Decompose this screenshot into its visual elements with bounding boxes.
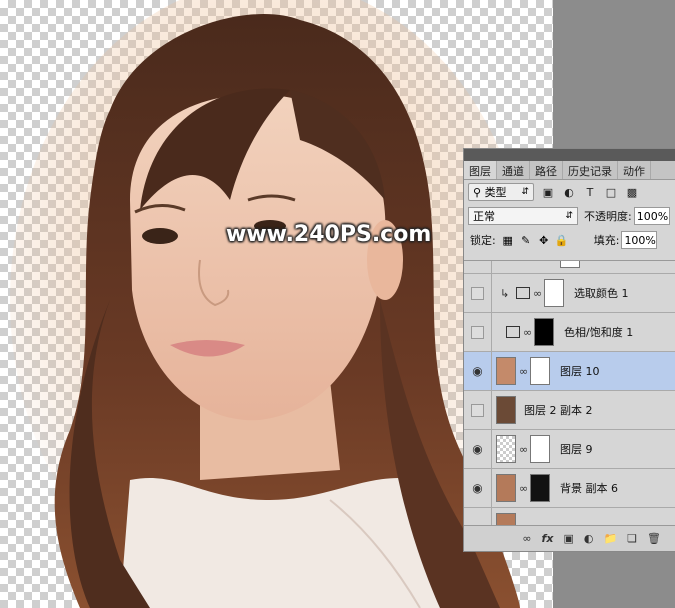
selective-color-icon (516, 287, 530, 299)
chain-link-icon[interactable]: ∞ (519, 443, 528, 456)
layer-row[interactable]: ◉ ∞ 图层 9 (464, 430, 675, 469)
filter-row: ⚲ 类型 ⇵ ▣ ◐ T □ ▩ (464, 180, 675, 204)
layer-name[interactable]: 图层 2 副本 2 (524, 402, 593, 418)
eye-icon: ◉ (472, 364, 483, 378)
smart-object-filter-icon[interactable]: ▩ (625, 185, 639, 199)
layer-mask-thumb (544, 279, 564, 307)
layer-name[interactable]: 色相/饱和度 1 (564, 324, 633, 340)
opacity-label: 不透明度: (584, 210, 632, 223)
fill-field[interactable]: 100% (621, 231, 658, 249)
layers-panel[interactable]: 图层 通道 路径 历史记录 动作 ⚲ 类型 ⇵ ▣ ◐ T □ ▩ 正常 ⇵ 不… (463, 148, 675, 552)
visibility-toggle[interactable]: ◉ (464, 430, 492, 468)
visibility-box (471, 286, 484, 300)
opacity-field[interactable]: 100% (633, 207, 670, 225)
adjustment-icon[interactable]: ◐ (584, 532, 594, 545)
watermark-text: www.240PS.com (226, 222, 432, 247)
lock-label: 锁定: (470, 234, 496, 247)
new-layer-icon[interactable]: ❏ (627, 532, 637, 545)
layer-thumb (496, 357, 516, 385)
layer-row-selected[interactable]: ◉ ∞ 图层 10 (464, 352, 675, 391)
panel-bottom-bar: ∞ fx ▣ ◐ 📁 ❏ 🗑 (464, 525, 675, 551)
layer-mask-thumb (534, 318, 554, 346)
adjustment-filter-icon[interactable]: ◐ (562, 185, 576, 199)
layers-list[interactable]: ↳ ∞ 选取颜色 1 ∞ 色相/饱和度 1 ◉ ∞ 图层 10 图层 2 副本 … (464, 260, 675, 526)
tab-channels[interactable]: 通道 (497, 161, 530, 179)
fill-label: 填充: (593, 234, 620, 247)
visibility-toggle[interactable] (464, 391, 492, 429)
layer-name[interactable]: 背景 副本 6 (560, 480, 618, 496)
blend-mode-select[interactable]: 正常 ⇵ (468, 207, 578, 225)
lock-row: 锁定: ▦ ✎ ✥ 🔒 填充: 100% (464, 228, 675, 252)
eye-icon: ◉ (472, 481, 483, 495)
layer-row-partial[interactable] (464, 508, 675, 526)
layer-row[interactable]: ↳ ∞ 选取颜色 1 (464, 274, 675, 313)
layer-thumb (496, 396, 516, 424)
blend-mode-label: 正常 (473, 210, 495, 223)
layer-mask-thumb (560, 261, 580, 268)
search-icon: ⚲ (473, 185, 485, 199)
panel-tabs: 图层 通道 路径 历史记录 动作 (464, 161, 675, 180)
visibility-toggle[interactable] (464, 508, 492, 526)
visibility-box (471, 403, 484, 417)
lock-transparent-icon[interactable]: ▦ (502, 234, 514, 247)
filter-kind-label: 类型 (484, 186, 507, 199)
type-filter-icon[interactable]: T (583, 185, 597, 199)
lock-all-icon[interactable]: 🔒 (555, 234, 569, 247)
visibility-toggle[interactable] (464, 261, 492, 273)
layer-name[interactable]: 图层 9 (560, 441, 593, 457)
layer-row[interactable]: ◉ ∞ 背景 副本 6 (464, 469, 675, 508)
pixel-filter-icon[interactable]: ▣ (541, 185, 555, 199)
filter-kind-select[interactable]: ⚲ 类型 ⇵ (468, 183, 534, 201)
layer-thumb (496, 435, 516, 463)
trash-icon[interactable]: 🗑 (647, 532, 661, 545)
lock-move-icon[interactable]: ✥ (538, 234, 550, 247)
visibility-toggle[interactable] (464, 274, 492, 312)
layer-thumb (496, 474, 516, 502)
visibility-box (471, 325, 484, 339)
lock-brush-icon[interactable]: ✎ (520, 234, 532, 247)
panel-title-bar[interactable] (464, 149, 675, 161)
visibility-toggle[interactable]: ◉ (464, 469, 492, 507)
eye-icon: ◉ (472, 442, 483, 456)
tab-history[interactable]: 历史记录 (563, 161, 618, 179)
layer-mask-thumb (530, 435, 550, 463)
chain-link-icon[interactable]: ∞ (523, 326, 532, 339)
visibility-toggle[interactable]: ◉ (464, 352, 492, 390)
chain-link-icon[interactable]: ∞ (533, 287, 542, 300)
blend-row: 正常 ⇵ 不透明度: 100% (464, 204, 675, 228)
layer-mask-thumb (530, 474, 550, 502)
link-icon[interactable]: ∞ (522, 532, 531, 545)
visibility-toggle[interactable] (464, 313, 492, 351)
spinner-icon: ⇵ (521, 187, 529, 197)
shape-filter-icon[interactable]: □ (604, 185, 618, 199)
layer-name[interactable]: 选取颜色 1 (574, 285, 629, 301)
chain-link-icon[interactable]: ∞ (519, 482, 528, 495)
clip-arrow-icon: ↳ (500, 286, 510, 300)
tab-paths[interactable]: 路径 (530, 161, 563, 179)
chain-link-icon[interactable]: ∞ (519, 365, 528, 378)
layer-row-partial[interactable] (464, 261, 675, 274)
layer-row[interactable]: 图层 2 副本 2 (464, 391, 675, 430)
layer-mask-thumb (530, 357, 550, 385)
hue-saturation-icon (506, 326, 520, 338)
mask-icon[interactable]: ▣ (563, 532, 573, 545)
layer-row[interactable]: ∞ 色相/饱和度 1 (464, 313, 675, 352)
folder-icon[interactable]: 📁 (603, 532, 617, 545)
spinner-icon: ⇵ (565, 211, 573, 221)
tab-actions[interactable]: 动作 (618, 161, 651, 179)
tab-layers[interactable]: 图层 (464, 161, 497, 179)
layer-name[interactable]: 图层 10 (560, 363, 600, 379)
fx-icon[interactable]: fx (542, 532, 554, 545)
